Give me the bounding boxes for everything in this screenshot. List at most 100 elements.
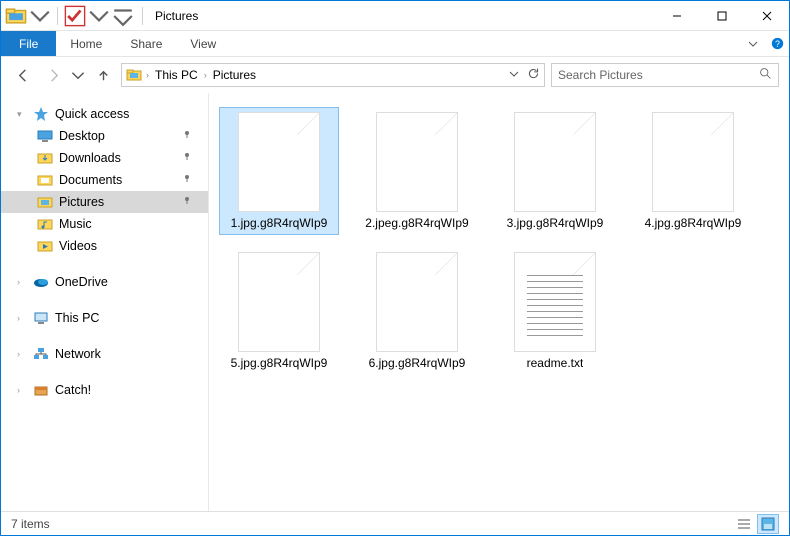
ribbon-expand-icon[interactable] (741, 31, 765, 56)
sidebar-item-videos[interactable]: Videos (1, 235, 208, 257)
file-thumbnail (376, 112, 458, 212)
address-bar[interactable]: › This PC › Pictures (121, 63, 545, 87)
tab-view[interactable]: View (176, 31, 230, 56)
sidebar-item-onedrive[interactable]: › OneDrive (1, 271, 208, 293)
thispc-icon (33, 310, 49, 326)
divider (57, 7, 58, 25)
file-name: 3.jpg.g8R4rqWIp9 (507, 216, 604, 230)
pictures-icon (126, 67, 142, 83)
sidebar-item-music[interactable]: Music (1, 213, 208, 235)
breadcrumb-item[interactable]: This PC (153, 68, 200, 82)
navigation-sidebar: ▾ Quick access Desktop Downloads Documents… (1, 93, 209, 511)
expand-icon[interactable]: › (17, 277, 27, 287)
file-thumbnail (514, 112, 596, 212)
expand-icon[interactable]: › (17, 313, 27, 323)
music-icon (37, 216, 53, 232)
network-icon (33, 346, 49, 362)
chevron-right-icon[interactable]: › (146, 70, 149, 80)
sidebar-item-desktop[interactable]: Desktop (1, 125, 208, 147)
file-thumbnail (514, 252, 596, 352)
sidebar-item-label: Network (55, 347, 101, 361)
file-thumbnail (238, 252, 320, 352)
quick-access-toolbar (1, 5, 138, 27)
maximize-button[interactable] (699, 1, 744, 30)
ribbon-tabs: File Home Share View ? (1, 31, 789, 57)
sidebar-item-network[interactable]: › Network (1, 343, 208, 365)
documents-icon (37, 172, 53, 188)
search-placeholder: Search Pictures (558, 68, 643, 82)
star-icon (33, 106, 49, 122)
minimize-button[interactable] (654, 1, 699, 30)
sidebar-item-label: This PC (55, 311, 99, 325)
sidebar-item-label: Desktop (59, 129, 105, 143)
divider (142, 7, 143, 25)
pin-icon (182, 152, 192, 165)
back-button[interactable] (11, 63, 35, 87)
close-button[interactable] (744, 1, 789, 30)
videos-icon (37, 238, 53, 254)
file-name: 4.jpg.g8R4rqWIp9 (645, 216, 742, 230)
file-item[interactable]: 6.jpg.g8R4rqWIp9 (357, 247, 477, 375)
sidebar-item-thispc[interactable]: › This PC (1, 307, 208, 329)
sidebar-item-label: Pictures (59, 195, 104, 209)
file-name: readme.txt (527, 356, 584, 370)
file-name: 5.jpg.g8R4rqWIp9 (231, 356, 328, 370)
thumbnails-view-button[interactable] (757, 514, 779, 534)
expand-icon[interactable]: › (17, 349, 27, 359)
sidebar-item-catch[interactable]: › Catch! (1, 379, 208, 401)
sidebar-item-pictures[interactable]: Pictures (1, 191, 208, 213)
expand-icon[interactable]: › (17, 385, 27, 395)
pin-icon (182, 174, 192, 187)
file-grid[interactable]: 1.jpg.g8R4rqWIp9 2.jpeg.g8R4rqWIp9 3.jpg.g… (209, 93, 789, 511)
file-item[interactable]: 3.jpg.g8R4rqWIp9 (495, 107, 615, 235)
sidebar-item-label: Downloads (59, 151, 121, 165)
forward-button[interactable] (41, 63, 65, 87)
refresh-icon[interactable] (527, 67, 540, 83)
search-input[interactable]: Search Pictures (551, 63, 779, 87)
downloads-icon (37, 150, 53, 166)
pictures-icon (37, 194, 53, 210)
qat-dropdown-icon[interactable] (88, 5, 110, 27)
explorer-icon (5, 5, 27, 27)
sidebar-item-label: Catch! (55, 383, 91, 397)
sidebar-quick-access[interactable]: ▾ Quick access (1, 103, 208, 125)
file-item[interactable]: 4.jpg.g8R4rqWIp9 (633, 107, 753, 235)
onedrive-icon (33, 274, 49, 290)
chevron-right-icon[interactable]: › (204, 70, 207, 80)
pin-icon (182, 130, 192, 143)
collapse-icon[interactable]: ▾ (17, 109, 27, 120)
svg-text:?: ? (775, 39, 780, 49)
qat-overflow-icon[interactable] (112, 5, 134, 27)
properties-checkbox-icon[interactable] (64, 5, 86, 27)
pin-icon (182, 196, 192, 209)
address-dropdown-icon[interactable] (509, 68, 519, 82)
sidebar-item-label: Music (59, 217, 92, 231)
file-tab[interactable]: File (1, 31, 56, 56)
item-count: 7 items (11, 517, 50, 531)
sidebar-item-downloads[interactable]: Downloads (1, 147, 208, 169)
status-bar: 7 items (1, 511, 789, 535)
sidebar-item-label: Videos (59, 239, 97, 253)
file-name: 1.jpg.g8R4rqWIp9 (231, 216, 328, 230)
sidebar-item-documents[interactable]: Documents (1, 169, 208, 191)
tab-share[interactable]: Share (116, 31, 176, 56)
details-view-button[interactable] (733, 514, 755, 534)
help-icon[interactable]: ? (765, 31, 789, 56)
file-thumbnail (652, 112, 734, 212)
file-item[interactable]: 2.jpeg.g8R4rqWIp9 (357, 107, 477, 235)
recent-dropdown-icon[interactable] (71, 63, 85, 87)
file-name: 6.jpg.g8R4rqWIp9 (369, 356, 466, 370)
window-controls (654, 1, 789, 30)
qat-dropdown-icon[interactable] (29, 5, 51, 27)
file-item[interactable]: readme.txt (495, 247, 615, 375)
window-title: Pictures (155, 9, 198, 23)
file-thumbnail (376, 252, 458, 352)
main-area: ▾ Quick access Desktop Downloads Documents… (1, 93, 789, 511)
sidebar-item-label: OneDrive (55, 275, 108, 289)
breadcrumb-item[interactable]: Pictures (211, 68, 258, 82)
file-item[interactable]: 1.jpg.g8R4rqWIp9 (219, 107, 339, 235)
sidebar-item-label: Documents (59, 173, 122, 187)
file-item[interactable]: 5.jpg.g8R4rqWIp9 (219, 247, 339, 375)
up-button[interactable] (91, 63, 115, 87)
tab-home[interactable]: Home (56, 31, 116, 56)
